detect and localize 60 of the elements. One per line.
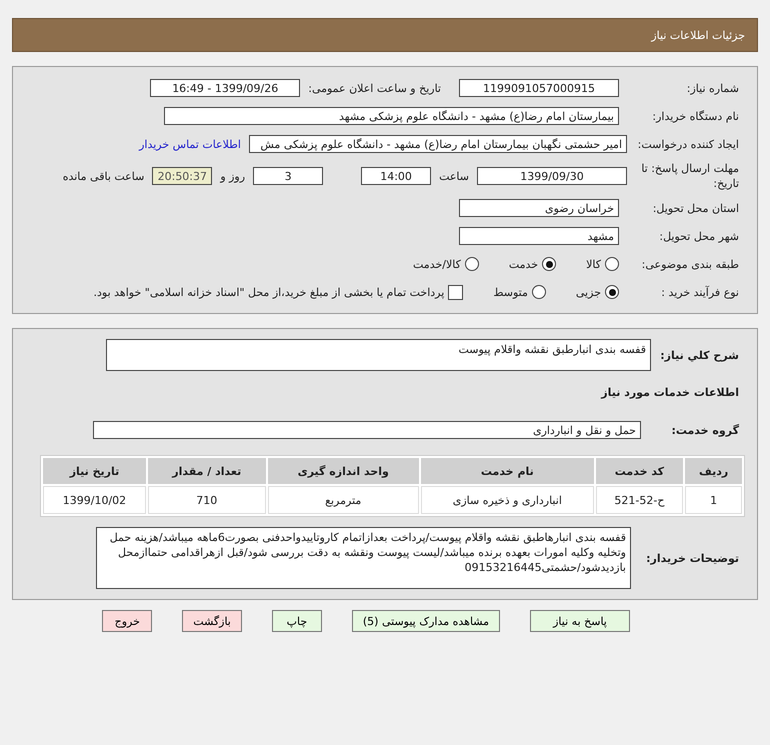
deadline-date-field: 1399/09/30 — [477, 167, 627, 185]
description-field: قفسه بندی انبارطبق نقشه واقلام پیوست — [106, 339, 651, 371]
province-field: خراسان رضوی — [459, 199, 619, 217]
field-label: استان محل تحویل: — [652, 200, 739, 216]
action-button[interactable]: بازگشت — [182, 610, 242, 632]
field-label: نام دستگاه خریدار: — [651, 108, 739, 124]
column-header: کد خدمت — [596, 458, 684, 484]
action-button[interactable]: پاسخ به نیاز — [530, 610, 630, 632]
radio-label: کالا — [586, 258, 601, 270]
city-field: مشهد — [459, 227, 619, 245]
radio-button[interactable] — [605, 257, 619, 271]
action-button[interactable]: چاپ — [272, 610, 322, 632]
table-cell: 710 — [148, 486, 266, 514]
section-title: اطلاعات خدمات مورد نیاز — [601, 386, 739, 398]
field-label: ایجاد کننده درخواست: — [636, 136, 739, 152]
contact-link[interactable]: اطلاعات تماس خریدار — [139, 138, 241, 150]
table-cell: 1399/10/02 — [43, 486, 146, 514]
days-field: 3 — [253, 167, 324, 185]
table-cell: 1 — [685, 486, 742, 514]
field-label: گروه خدمت: — [670, 422, 739, 438]
radio-label: خدمت — [508, 258, 538, 270]
requester-field: امیر حشمتی نگهبان بیمارستان امام رضا(ع) مشهد - دانشگاه علوم پزشکی مش — [249, 135, 627, 153]
announce-date-field: 1399/09/26 - 16:49 — [150, 79, 300, 97]
action-button[interactable]: مشاهده مدارک پیوستی (5) — [352, 610, 500, 632]
field-label: مهلت ارسال پاسخ: تا تاریخ: — [640, 161, 739, 191]
field-label: توضیحات خریدار: — [645, 550, 739, 566]
buyer-field: بیمارستان امام رضا(ع) مشهد - دانشگاه علوم پزشکی مشهد — [164, 107, 619, 125]
buyer-notes-field: قفسه بندی انبارهاطبق نقشه واقلام پیوست/پرداخت بعدازاتمام کاروتاییدواحدفنی بصورت6ماهه میباشد/هزینه حمل وتخلیه وکلیه امورات بعهده برنده میباشد/لیست پیوست ونقشه به دقت بررسی شود/قبل ازهراقدامی حتماازمحل بازدیدشود/حشمتی09153216445 — [96, 527, 631, 589]
table-cell: مترمربع — [268, 486, 419, 514]
field-label: طبقه بندی موضوعی: — [640, 256, 739, 272]
field-label: تاریخ و ساعت اعلان عمومی: — [308, 82, 441, 94]
column-header: ردیف — [685, 458, 742, 484]
table-cell: ح-52-521 — [596, 486, 684, 514]
radio-label: متوسط — [493, 286, 528, 298]
column-header: تاریخ نیاز — [43, 458, 146, 484]
checkbox[interactable] — [448, 284, 464, 300]
field-label: ساعت باقی مانده — [62, 170, 144, 182]
checkbox-label: پرداخت تمام یا بخشی از مبلغ خرید،از محل "اسناد خزانه اسلامی" خواهد بود. — [94, 286, 444, 298]
radio-button[interactable] — [542, 257, 556, 271]
radio-button[interactable] — [464, 257, 479, 271]
table-cell: انبارداری و ذخیره سازی — [420, 486, 594, 514]
radio-button[interactable] — [605, 285, 619, 299]
column-header: نام خدمت — [420, 458, 594, 484]
deadline-time-field: 14:00 — [361, 167, 432, 185]
radio-label: جزیی — [576, 286, 601, 298]
action-button[interactable]: خروج — [102, 610, 152, 632]
need-number-field: 1199091057000915 — [459, 79, 619, 97]
field-label: ساعت — [439, 170, 469, 182]
column-header: واحد اندازه گیری — [268, 458, 419, 484]
field-label: شهر محل تحویل: — [658, 228, 739, 244]
field-label: شرح کلي نياز: — [659, 348, 739, 362]
column-header: تعداد / مقدار — [148, 458, 266, 484]
field-label: نوع فرآیند خرید : — [660, 284, 739, 300]
page-title: جزئیات اطلاعات نیاز — [12, 18, 758, 52]
field-label: شماره نیاز: — [686, 80, 739, 96]
field-label: روز و — [220, 170, 246, 182]
remaining-time-field: 20:50:37 — [152, 167, 212, 185]
radio-button[interactable] — [532, 285, 546, 299]
radio-label: کالا/خدمت — [413, 258, 461, 270]
service-group-field: حمل و نقل و انبارداری — [93, 421, 641, 439]
